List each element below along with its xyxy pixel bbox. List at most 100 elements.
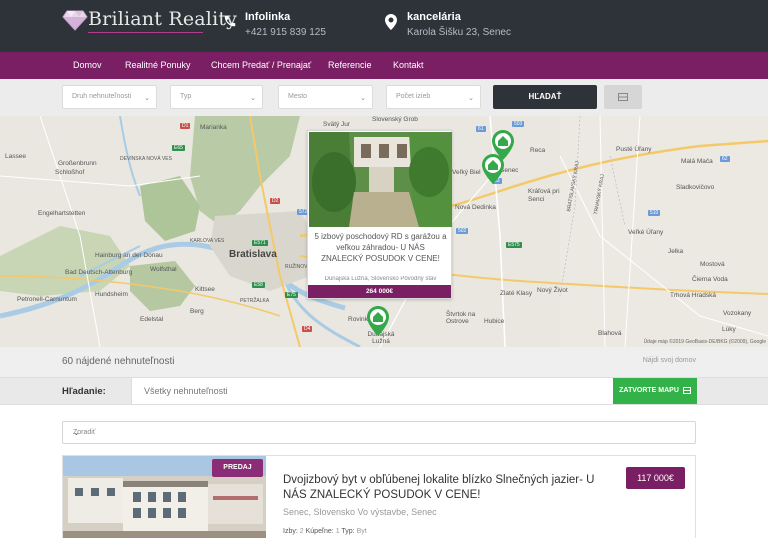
map-marker-house-active[interactable]: [367, 306, 389, 336]
search-bar: Hľadanie: Všetky nehnuteľnosti ZATVORTE …: [0, 377, 768, 405]
map-marker-house[interactable]: [482, 154, 504, 184]
place-svaty-jur: Svätý Jur: [323, 121, 351, 128]
place-kralova: Kráľová pri Senci: [528, 188, 560, 203]
diamond-logo-icon: [62, 10, 88, 31]
road-badge-503: 503: [512, 121, 525, 127]
place-stvrtok: Štvrtok na Ostrove: [446, 311, 476, 325]
phone-icon: [224, 15, 236, 27]
search-field[interactable]: Všetky nehnuteľnosti: [131, 378, 613, 404]
grid-icon: [618, 92, 628, 101]
road-badge-e575: E575: [506, 242, 522, 248]
phone-number[interactable]: +421 915 839 125: [245, 27, 326, 38]
listing-badge: PREDAJ: [212, 459, 263, 477]
place-grossenbrunn: Großenbrunn: [58, 160, 97, 167]
place-petrzalka: PETRŽALKA: [240, 298, 270, 304]
place-luky: Lúky: [722, 326, 736, 333]
place-velky-biel: Veľký Biel: [452, 169, 481, 176]
place-hundsheim: Hundsheim: [95, 291, 128, 298]
place-velke-ulany: Veľké Úľany: [628, 229, 664, 236]
place-devinska: DEVÍNSKA NOVÁ VES: [120, 156, 172, 162]
road-badge-e65: E65: [172, 145, 185, 151]
popup-price: 264 000€: [308, 285, 451, 298]
nav-item-referencie[interactable]: Referencie: [328, 60, 372, 70]
map-popup[interactable]: × 5 izbový poschodový RD s garážou a veľ…: [307, 130, 452, 299]
main-nav: Domov Realitné Ponuky Chcem Predať / Pre…: [0, 52, 768, 79]
listing-location: Senec, Slovensko Vo výstavbe, Senec: [283, 507, 437, 517]
road-badge-502: 502: [456, 228, 469, 234]
road-badge-e75: E75: [285, 292, 298, 298]
nav-item-domov[interactable]: Domov: [73, 60, 102, 70]
kind-value: Typ: [180, 93, 192, 100]
listing-card[interactable]: PREDAJ Dvojizbový byt v obľúbenej lokali…: [62, 455, 696, 538]
listing-thumbnail[interactable]: PREDAJ: [63, 456, 266, 538]
property-type-value: Druh nehnuteľnosti: [72, 93, 132, 100]
location-pin-icon: [385, 14, 397, 30]
place-ruzinov: RUŽINOV: [285, 264, 308, 270]
place-mala-maca: Malá Mača: [681, 158, 713, 165]
close-map-button[interactable]: ZATVORTE MAPU: [613, 378, 697, 404]
place-puste-ulany: Pusté Úľany: [616, 146, 652, 153]
place-zlate-klasy: Zlaté Klasy: [500, 290, 533, 297]
rooms-value: 2: [299, 528, 304, 535]
view-toggle-button[interactable]: [604, 85, 642, 109]
nav-item-chcem-predat[interactable]: Chcem Predať / Prenajať: [211, 60, 311, 70]
place-reca: Reca: [530, 147, 546, 154]
type-value: Byt: [356, 528, 367, 535]
place-novy-zivot: Nový Život: [537, 287, 568, 294]
place-bad: Bad Deutsch-Altenburg: [65, 269, 133, 276]
road-badge-e571: E571: [252, 240, 268, 246]
logo-text: Briliant Reality: [88, 8, 238, 30]
rooms-select[interactable]: Počet izieb ⌄: [386, 85, 481, 109]
place-nova-dedinka: Nová Dedinka: [455, 204, 496, 211]
map-attribution: Údaje máp ©2019 GeoBasis-DE/BKG (©2009),…: [643, 339, 766, 345]
house-photo-image: [309, 132, 452, 227]
nav-item-realitne-ponuky[interactable]: Realitné Ponuky: [125, 60, 191, 70]
place-mostova: Mostová: [700, 261, 725, 268]
phone-label: Infolinka: [245, 11, 291, 23]
place-schlosshof: Schloßhof: [55, 169, 85, 176]
rooms-label: Izby:: [283, 528, 298, 535]
popup-photo[interactable]: [309, 132, 452, 227]
phone-contact[interactable]: Infolinka +421 915 839 125: [223, 11, 333, 45]
popup-title[interactable]: 5 izbový poschodový RD s garážou a veľko…: [314, 231, 447, 264]
place-slovensky-grob: Slovenský Grob: [372, 116, 418, 123]
place-kittsee: Kittsee: [195, 286, 215, 293]
chevron-down-icon: ⌄: [250, 95, 256, 102]
place-trhova: Trhová Hradská: [670, 292, 716, 299]
bath-label: Kúpeľne:: [305, 528, 334, 535]
road-badge-61: 61: [476, 126, 486, 132]
place-wolfsthal: Wolfsthal: [150, 266, 177, 273]
find-home-link[interactable]: Nájdi svoj domov: [643, 357, 696, 364]
sort-select[interactable]: Zoradiť ⌄: [62, 421, 696, 444]
search-button[interactable]: HĽADAŤ: [493, 85, 597, 109]
place-karlova: KARLOVA VES: [190, 238, 225, 244]
city-select[interactable]: Mesto ⌄: [278, 85, 373, 109]
results-bar: 60 nájdené nehnuteľnosti Nájdi svoj domo…: [0, 347, 768, 377]
rooms-value: Počet izieb: [396, 93, 431, 100]
chevron-down-icon: ⌄: [73, 428, 80, 437]
road-badge-62: 62: [720, 156, 730, 162]
listing-title[interactable]: Dvojizbový byt v obľúbenej lokalite blíz…: [283, 473, 603, 503]
office-label: kancelária: [407, 11, 461, 23]
road-badge-d2: D2: [270, 198, 281, 204]
road-badge-e58: E58: [252, 282, 265, 288]
site-logo[interactable]: Briliant Reality: [60, 6, 237, 38]
popup-location: Dunajská Lužná, Slovensko Pôvodný stav: [324, 276, 437, 282]
place-hubice: Hubice: [484, 318, 505, 325]
place-blahova: Blahová: [598, 330, 622, 337]
popup-close-icon[interactable]: ×: [443, 132, 448, 141]
office-address: Karola Šišku 23, Senec: [407, 27, 511, 38]
nav-item-kontakt[interactable]: Kontakt: [393, 60, 424, 70]
place-lassee: Lassee: [5, 153, 26, 160]
place-cierna-voda: Čierna Voda: [692, 276, 728, 283]
search-label: Hľadanie:: [62, 386, 106, 397]
place-marianka: Marianka: [200, 124, 227, 131]
listing-attributes: Izby: 2 Kúpeľne: 1 Typ: Byt: [283, 528, 367, 535]
office-contact: kancelária Karola Šišku 23, Senec: [385, 11, 525, 45]
place-engelhartstetten: Engelhartstetten: [38, 210, 86, 217]
search-field-value: Všetky nehnuteľnosti: [144, 386, 228, 396]
bath-value: 1: [335, 528, 340, 535]
property-type-select[interactable]: Druh nehnuteľnosti ⌄: [62, 85, 157, 109]
kind-select[interactable]: Typ ⌄: [170, 85, 263, 109]
map-toggle-icon: [682, 386, 691, 394]
